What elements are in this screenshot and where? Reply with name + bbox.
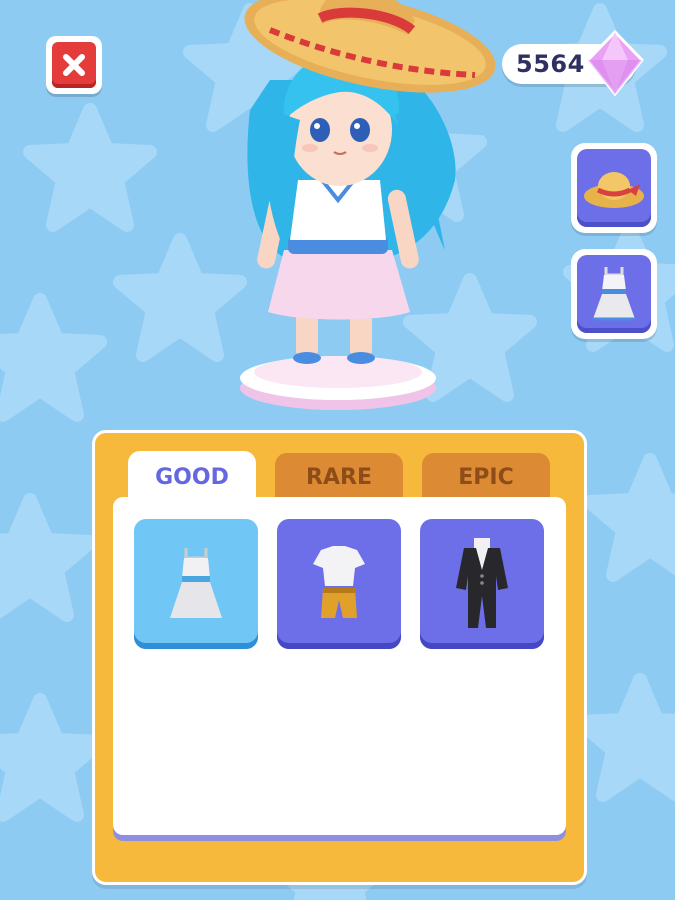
- close-icon: [52, 42, 96, 88]
- character-avatar: [240, 0, 496, 410]
- item-shirt-shorts[interactable]: [277, 519, 401, 649]
- tab-rare-label: RARE: [306, 464, 372, 490]
- hat-slot[interactable]: [571, 143, 657, 233]
- tab-epic-label: EPIC: [458, 464, 514, 490]
- tab-good-label: GOOD: [155, 464, 229, 490]
- outfit-slot[interactable]: [571, 249, 657, 339]
- item-grid: [113, 497, 566, 835]
- close-button[interactable]: [46, 36, 102, 94]
- dress-icon: [593, 267, 635, 321]
- tab-good[interactable]: GOOD: [128, 451, 256, 503]
- shirt-shorts-icon: [313, 546, 365, 618]
- white-dress-icon: [170, 548, 222, 618]
- black-suit-icon: [456, 538, 508, 628]
- wardrobe-panel: GOOD RARE EPIC: [92, 430, 587, 885]
- tab-epic[interactable]: EPIC: [422, 453, 550, 501]
- gem-icon: [586, 30, 644, 96]
- tab-rare[interactable]: RARE: [275, 453, 403, 501]
- item-black-suit[interactable]: [420, 519, 544, 649]
- straw-hat-icon: [584, 172, 644, 208]
- item-white-dress[interactable]: [134, 519, 258, 649]
- gem-count: 5564: [516, 50, 585, 78]
